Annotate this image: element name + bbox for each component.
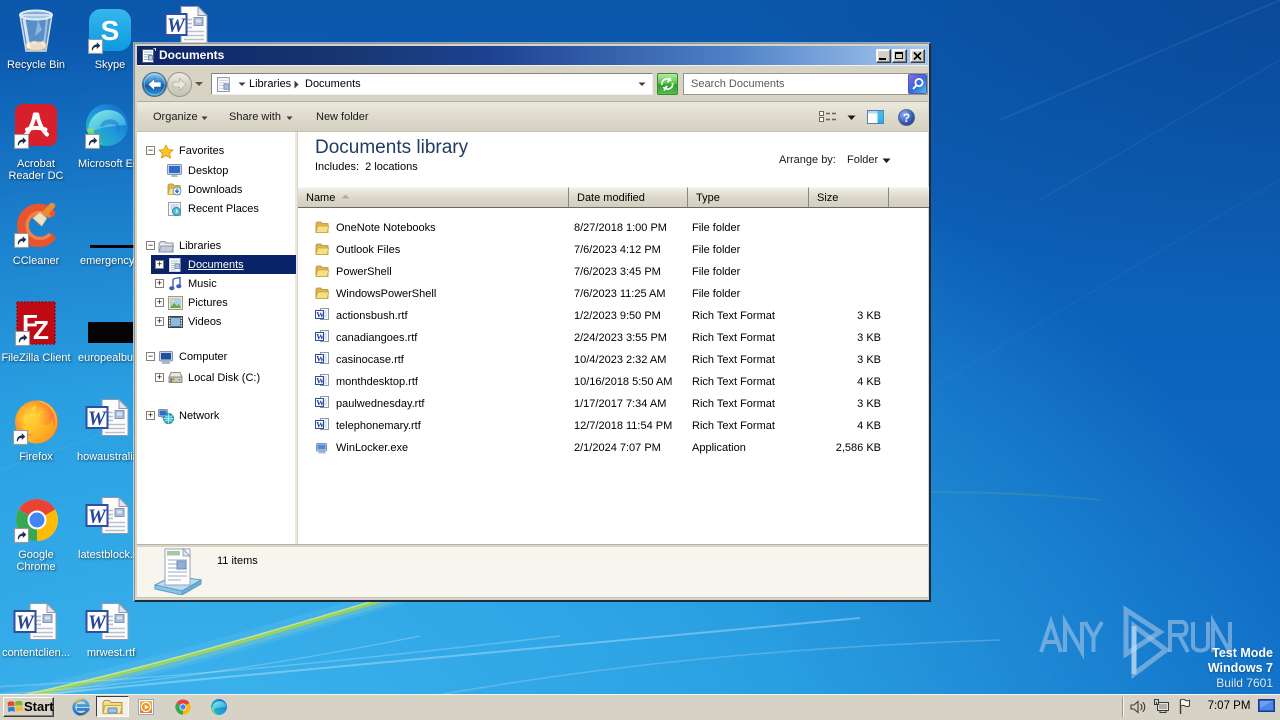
svg-text:?: ? [903,111,910,125]
svg-text:S: S [101,15,120,46]
svg-text:Z: Z [33,315,49,345]
